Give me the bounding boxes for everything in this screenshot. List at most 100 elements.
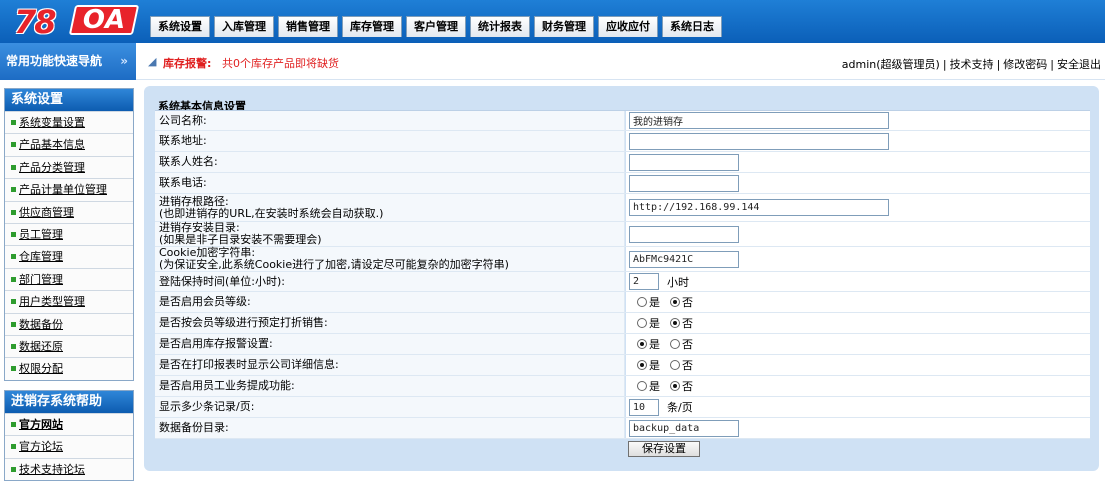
alert-bar: ◢ 库存报警: 共0个库存产品即将缺货 admin(超级管理员) | 技术支持 | 修改… (136, 43, 1105, 80)
menu-system-settings[interactable]: 系统设置 (150, 16, 210, 37)
speaker-icon: ◢ (148, 55, 157, 68)
sidebar-item-warehouses[interactable]: 仓库管理 (5, 245, 133, 268)
commission-no-radio[interactable] (670, 381, 680, 391)
save-settings-button[interactable]: 保存设置 (628, 441, 700, 457)
member-level-yes-radio[interactable] (637, 297, 647, 307)
field-hint: (为保证安全,此系统Cookie进行了加密,请设定尽可能复杂的加密字符串) (159, 258, 509, 271)
sidebar-group-title: 进销存系统帮助 (5, 391, 133, 413)
field-label: 联系人姓名: (159, 155, 218, 168)
sidebar-item-system-variables[interactable]: 系统变量设置 (5, 111, 133, 134)
top-bar: 78 OA 系统设置 入库管理 销售管理 库存管理 客户管理 统计报表 财务管理… (0, 0, 1105, 43)
sidebar-group-title: 系统设置 (5, 89, 133, 111)
row-page-size: 显示多少条记录/页: 条/页 (155, 397, 1090, 418)
field-label: 显示多少条记录/页: (159, 400, 255, 413)
logo: 78 OA (14, 3, 140, 41)
settings-form: 公司名称: 联系地址: 联系人姓名: 联系电话: 进销存根路径: (也即进销存的… (155, 110, 1090, 459)
bullet-icon (11, 366, 16, 372)
bullet-icon (11, 466, 16, 472)
sidebar-item-restore[interactable]: 数据还原 (5, 334, 133, 358)
field-label: 是否启用会员等级: (159, 295, 251, 308)
row-commission: 是否启用员工业务提成功能: 是 否 (155, 376, 1090, 397)
menu-customers[interactable]: 客户管理 (406, 16, 466, 37)
menu-reports[interactable]: 统计报表 (470, 16, 530, 37)
row-install-dir: 进销存安装目录: (如果是非子目录安装不需要理会) (155, 222, 1090, 247)
cookie-key-input[interactable] (629, 250, 739, 268)
bullet-icon (11, 444, 16, 450)
alert-label: 库存报警: (163, 57, 212, 70)
phone-input[interactable] (629, 174, 739, 192)
tech-support-link[interactable]: 技术支持 (950, 58, 994, 71)
row-cookie-key: Cookie加密字符串: (为保证安全,此系统Cookie进行了加密,请设定尽可… (155, 247, 1090, 272)
member-discount-yes-radio[interactable] (637, 318, 647, 328)
login-hours-input[interactable] (629, 273, 659, 290)
bullet-icon (11, 187, 16, 193)
field-hint: (如果是非子目录安装不需要理会) (159, 233, 322, 246)
sidebar-item-unit-management[interactable]: 产品计量单位管理 (5, 178, 133, 201)
bullet-icon (11, 120, 16, 125)
field-label: 是否在打印报表时显示公司详细信息: (159, 358, 339, 371)
sidebar-item-employees[interactable]: 员工管理 (5, 222, 133, 246)
sidebar-item-suppliers[interactable]: 供应商管理 (5, 200, 133, 223)
logo-number: 78 (14, 3, 57, 41)
row-member-level: 是否启用会员等级: 是 否 (155, 292, 1090, 313)
field-label: 是否按会员等级进行预定打折销售: (159, 316, 328, 329)
menu-system-log[interactable]: 系统日志 (662, 16, 722, 37)
field-label: 进销存根路径: (159, 194, 229, 208)
sidebar-item-backup[interactable]: 数据备份 (5, 312, 133, 335)
alert-text: 共0个库存产品即将缺货 (222, 57, 339, 70)
change-password-link[interactable]: 修改密码 (1003, 58, 1047, 71)
stock-alarm-yes-radio[interactable] (637, 339, 647, 349)
logo-oa-badge: OA (68, 5, 140, 35)
sidebar-group-help: 进销存系统帮助 官方网站 官方论坛 技术支持论坛 (4, 390, 134, 481)
row-phone: 联系电话: (155, 173, 1090, 194)
root-path-input[interactable] (629, 199, 889, 216)
bullet-icon (11, 276, 16, 282)
sidebar-item-official-site[interactable]: 官方网站 (5, 413, 133, 436)
field-hint: (也即进销存的URL,在安装时系统会自动获取.) (159, 206, 384, 220)
save-row: 保存设置 (155, 439, 1090, 459)
bullet-icon (11, 299, 16, 305)
print-company-no-radio[interactable] (670, 360, 680, 370)
sidebar-item-product-info[interactable]: 产品基本信息 (5, 133, 133, 156)
logout-link[interactable]: 安全退出 (1057, 58, 1101, 71)
sidebar-item-official-forum[interactable]: 官方论坛 (5, 435, 133, 458)
bullet-icon (11, 164, 16, 170)
print-company-yes-radio[interactable] (637, 360, 647, 370)
user-name: admin(超级管理员) (841, 58, 940, 71)
unit-label: 条/页 (667, 401, 693, 414)
row-login-hours: 登陆保持时间(单位:小时): 小时 (155, 272, 1090, 292)
backup-dir-input[interactable] (629, 419, 739, 437)
sidebar-item-user-types[interactable]: 用户类型管理 (5, 290, 133, 313)
bullet-icon (11, 343, 16, 349)
bullet-icon (11, 209, 16, 215)
collapse-chevron-icon[interactable]: » (120, 43, 128, 80)
field-label: 是否启用库存报警设置: (159, 337, 273, 350)
member-discount-no-radio[interactable] (670, 318, 680, 328)
address-input[interactable] (629, 132, 889, 150)
row-root-path: 进销存根路径: (也即进销存的URL,在安装时系统会自动获取.) (155, 194, 1090, 222)
sidebar-item-permissions[interactable]: 权限分配 (5, 357, 133, 380)
sidebar-group-system: 系统设置 系统变量设置 产品基本信息 产品分类管理 产品计量单位管理 供应商管理… (4, 88, 134, 381)
sidebar-item-departments[interactable]: 部门管理 (5, 267, 133, 291)
settings-panel: 系统基本信息设置 公司名称: 联系地址: 联系人姓名: 联系电话: 进销存根路径… (144, 86, 1099, 471)
install-dir-input[interactable] (629, 225, 739, 243)
company-name-input[interactable] (629, 112, 889, 129)
sidebar-item-product-category[interactable]: 产品分类管理 (5, 155, 133, 179)
unit-label: 小时 (667, 275, 689, 289)
row-member-discount: 是否按会员等级进行预定打折销售: 是 否 (155, 313, 1090, 334)
commission-yes-radio[interactable] (637, 381, 647, 391)
sidebar-item-support-forum[interactable]: 技术支持论坛 (5, 457, 133, 481)
menu-inbound[interactable]: 入库管理 (214, 16, 274, 37)
menu-inventory[interactable]: 库存管理 (342, 16, 402, 37)
menu-finance[interactable]: 财务管理 (534, 16, 594, 37)
member-level-no-radio[interactable] (670, 297, 680, 307)
menu-sales[interactable]: 销售管理 (278, 16, 338, 37)
stock-alarm-no-radio[interactable] (670, 339, 680, 349)
page-size-input[interactable] (629, 398, 659, 416)
sidebar: 系统设置 系统变量设置 产品基本信息 产品分类管理 产品计量单位管理 供应商管理… (0, 80, 136, 481)
menu-receivables[interactable]: 应收应付 (598, 16, 658, 37)
bullet-icon (11, 254, 16, 260)
quick-nav-header[interactable]: 常用功能快速导航 » (0, 43, 136, 80)
contact-input[interactable] (629, 153, 739, 171)
row-stock-alarm: 是否启用库存报警设置: 是 否 (155, 334, 1090, 355)
